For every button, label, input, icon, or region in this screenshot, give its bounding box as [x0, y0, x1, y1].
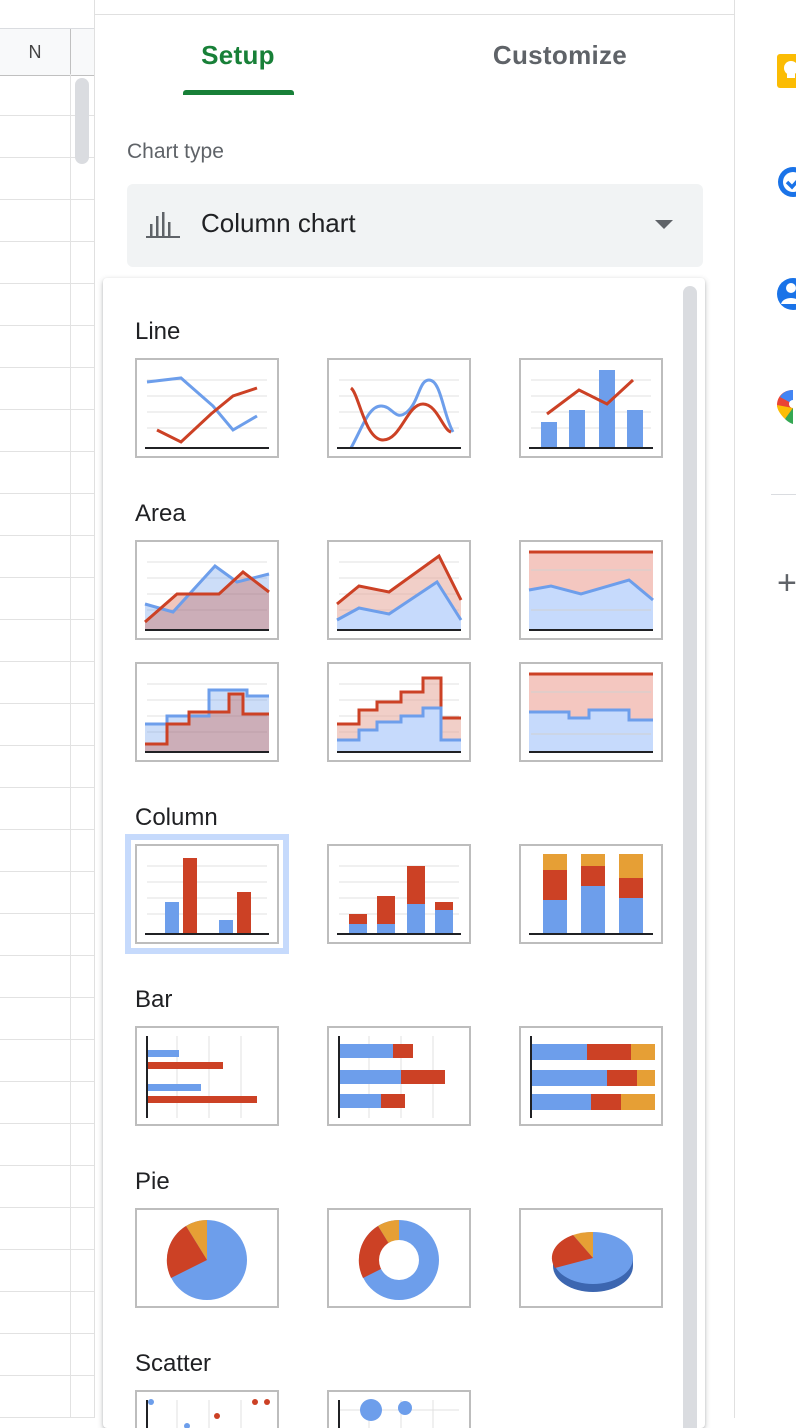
chart-type-value: Column chart	[201, 208, 356, 238]
scatter-chart-icon	[146, 1399, 270, 1428]
column-chart-icon	[146, 212, 180, 238]
stacked-bar-chart-option[interactable]	[327, 1026, 471, 1126]
stacked-stepped-area-chart-icon	[337, 676, 461, 753]
sheet-scrollbar[interactable]	[75, 78, 89, 164]
chart-editor-panel: Setup Customize Chart type Column chart …	[94, 0, 735, 1428]
stacked-column-chart-icon	[337, 865, 461, 935]
section-bar: Bar	[135, 986, 173, 1013]
active-tab-indicator	[183, 90, 294, 95]
side-panel-rail: +	[734, 0, 796, 1418]
combo-chart-option[interactable]	[519, 358, 663, 458]
chart-type-select[interactable]: Column chart	[127, 184, 703, 267]
3d-pie-chart-icon	[551, 1231, 633, 1292]
bar-chart-icon	[146, 1036, 257, 1118]
stepped-area-chart-icon	[145, 683, 269, 753]
stepped-area-chart-option[interactable]	[135, 662, 279, 762]
column-header-n[interactable]: N	[0, 29, 70, 75]
rail-divider	[771, 494, 796, 495]
100-stacked-area-chart-option[interactable]	[519, 540, 663, 640]
stacked-stepped-area-chart-option[interactable]	[327, 662, 471, 762]
scatter-chart-option[interactable]	[135, 1390, 279, 1428]
section-pie: Pie	[135, 1168, 170, 1195]
section-area: Area	[135, 500, 186, 527]
smooth-line-chart-option[interactable]	[327, 358, 471, 458]
bar-chart-option[interactable]	[135, 1026, 279, 1126]
section-column: Column	[135, 804, 218, 831]
100-stacked-stepped-area-chart-icon	[529, 672, 653, 753]
100-stacked-stepped-area-chart-option[interactable]	[519, 662, 663, 762]
tab-setup[interactable]: Setup	[183, 40, 293, 90]
column-header[interactable]: N	[0, 28, 94, 76]
area-chart-option[interactable]	[135, 540, 279, 640]
100-stacked-column-chart-option[interactable]	[519, 844, 663, 944]
panel-divider	[95, 14, 735, 15]
100-stacked-column-chart-icon	[529, 854, 653, 935]
line-chart-option[interactable]	[135, 358, 279, 458]
chart-type-dropdown: Line Area Column Bar Pie Scatter	[103, 278, 705, 1428]
sheet-rows[interactable]	[0, 74, 94, 1418]
pie-chart-option[interactable]	[135, 1208, 279, 1308]
section-line: Line	[135, 318, 181, 345]
keep-icon[interactable]	[773, 52, 796, 88]
stacked-area-chart-icon	[336, 553, 463, 631]
tab-customize[interactable]: Customize	[475, 40, 645, 90]
pie-chart-icon	[166, 1220, 247, 1300]
100-stacked-bar-chart-icon	[530, 1036, 655, 1118]
column-divider	[70, 29, 71, 75]
dropdown-arrow-icon	[655, 220, 673, 229]
stacked-area-chart-option[interactable]	[327, 540, 471, 640]
3d-pie-chart-option[interactable]	[519, 1208, 663, 1308]
combo-chart-icon	[529, 370, 653, 449]
stacked-bar-chart-icon	[338, 1036, 445, 1118]
tasks-icon[interactable]	[773, 164, 796, 200]
sheet-column-divider	[70, 74, 71, 1418]
contacts-icon[interactable]	[773, 276, 796, 312]
column-chart-option[interactable]	[125, 834, 289, 954]
100-stacked-area-chart-icon	[528, 550, 654, 631]
maps-icon[interactable]	[773, 388, 796, 424]
doughnut-chart-option[interactable]	[327, 1208, 471, 1308]
area-chart-icon	[144, 561, 270, 631]
bubble-chart-option[interactable]	[327, 1390, 471, 1428]
bubble-chart-icon	[338, 1399, 459, 1428]
line-chart-icon	[145, 376, 269, 449]
section-scatter: Scatter	[135, 1350, 212, 1377]
100-stacked-bar-chart-option[interactable]	[519, 1026, 663, 1126]
column-chart-option-icon	[145, 858, 269, 935]
doughnut-chart-icon	[358, 1220, 439, 1300]
chart-type-label: Chart type	[127, 140, 224, 163]
add-icon[interactable]: +	[777, 566, 796, 600]
stacked-column-chart-option[interactable]	[327, 844, 471, 944]
smooth-line-chart-icon	[337, 378, 461, 449]
spreadsheet-grid[interactable]: N	[0, 0, 94, 1418]
dropdown-scrollbar[interactable]	[683, 286, 697, 1428]
